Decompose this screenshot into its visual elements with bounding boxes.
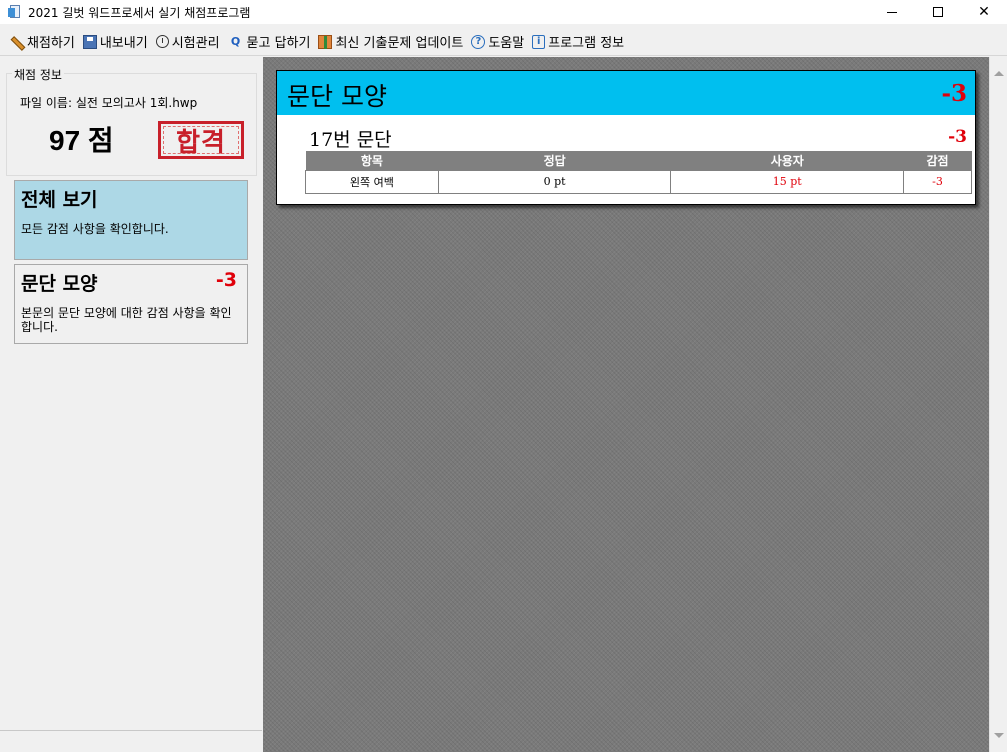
app-icon [8, 5, 22, 19]
vertical-scrollbar[interactable] [989, 57, 1007, 752]
minimize-icon [887, 11, 897, 13]
results-area: 문단 모양 -3 17번 문단 -3 항목 정답 사용자 감점 왼쪽 여백 0 … [263, 57, 989, 752]
panel-deduct: -3 [941, 80, 967, 107]
column-header: 항목 [305, 151, 439, 170]
menu-item-about[interactable]: i 프로그램 정보 [528, 30, 628, 54]
card-title: 전체 보기 [21, 189, 98, 211]
minimize-button[interactable] [869, 0, 915, 24]
menu-item-label: 묻고 답하기 [246, 36, 311, 51]
section-title: 17번 문단 [309, 129, 392, 151]
close-icon: ✕ [978, 4, 990, 20]
score-value: 97 점 [49, 125, 114, 156]
column-header: 사용자 [670, 151, 904, 170]
panel-title: 문단 모양 [287, 82, 387, 111]
deduction-table: 항목 정답 사용자 감점 왼쪽 여백 0 pt 15 pt -3 [305, 151, 972, 194]
card-deduct: -3 [215, 269, 237, 291]
card-view-all[interactable]: 전체 보기 모든 감점 사항을 확인합니다. [14, 180, 248, 260]
card-desc: 본문의 문단 모양에 대한 감점 사항을 확인합니다. [21, 306, 232, 334]
pass-stamp: 합격 [158, 121, 244, 159]
scroll-up-icon[interactable] [994, 71, 1004, 76]
window-title: 2021 길벗 워드프로세서 실기 채점프로그램 [28, 5, 251, 20]
panel-header: 문단 모양 -3 [277, 71, 975, 115]
card-title: 문단 모양 [21, 273, 98, 295]
gift-icon [318, 34, 333, 49]
info-icon: i [532, 34, 546, 49]
scroll-down-icon[interactable] [994, 733, 1004, 738]
menu-item-label: 내보내기 [99, 36, 148, 51]
column-header: 감점 [903, 151, 972, 170]
menu-item-label: 프로그램 정보 [548, 36, 625, 51]
menu-item-exam-manage[interactable]: 시험관리 [152, 30, 224, 54]
cell-item: 왼쪽 여백 [305, 169, 439, 194]
card-desc: 모든 감점 사항을 확인합니다. [21, 222, 169, 236]
menu-bar: 채점하기 내보내기 시험관리 Q 묻고 답하기 최신 기출문제 업데이트 ? 도… [0, 28, 1007, 56]
save-icon [82, 34, 97, 49]
maximize-icon [933, 7, 943, 17]
help-icon: ? [471, 34, 486, 49]
file-name: 파일 이름: 실전 모의고사 1회.hwp [20, 96, 198, 110]
pencil-icon [8, 34, 24, 50]
menu-item-grade[interactable]: 채점하기 [4, 30, 79, 54]
cell-deduct: -3 [903, 169, 972, 194]
menu-item-label: 채점하기 [27, 36, 75, 51]
close-button[interactable]: ✕ [961, 0, 1007, 24]
title-bar: 2021 길벗 워드프로세서 실기 채점프로그램 ✕ [0, 0, 1007, 24]
cell-answer: 0 pt [437, 169, 672, 194]
table-row: 왼쪽 여백 0 pt 15 pt -3 [305, 169, 972, 194]
menu-item-label: 최신 기출문제 업데이트 [335, 36, 464, 51]
grading-info-label: 채점 정보 [12, 66, 64, 83]
section-deduct: -3 [948, 127, 967, 147]
clock-icon [155, 35, 169, 48]
menu-item-label: 도움말 [488, 36, 525, 51]
menu-item-update[interactable]: 최신 기출문제 업데이트 [314, 30, 467, 54]
menu-item-export[interactable]: 내보내기 [79, 30, 152, 54]
sidebar-divider [0, 730, 262, 731]
menu-item-label: 시험관리 [171, 36, 220, 51]
menu-item-qa[interactable]: Q 묻고 답하기 [224, 30, 315, 54]
menu-item-help[interactable]: ? 도움말 [467, 30, 528, 54]
column-header: 정답 [438, 151, 671, 170]
result-panel: 문단 모양 -3 17번 문단 -3 항목 정답 사용자 감점 왼쪽 여백 0 … [276, 70, 976, 205]
qa-icon: Q [230, 35, 241, 48]
cell-user: 15 pt [670, 169, 905, 194]
sidebar: 채점 정보 파일 이름: 실전 모의고사 1회.hwp 97 점 합격 전체 보… [0, 57, 262, 752]
card-paragraph-shape[interactable]: 문단 모양 -3 본문의 문단 모양에 대한 감점 사항을 확인합니다. [14, 264, 248, 344]
table-header-row: 항목 정답 사용자 감점 [305, 151, 972, 170]
maximize-button[interactable] [915, 0, 961, 24]
stamp-text: 합격 [176, 127, 226, 158]
